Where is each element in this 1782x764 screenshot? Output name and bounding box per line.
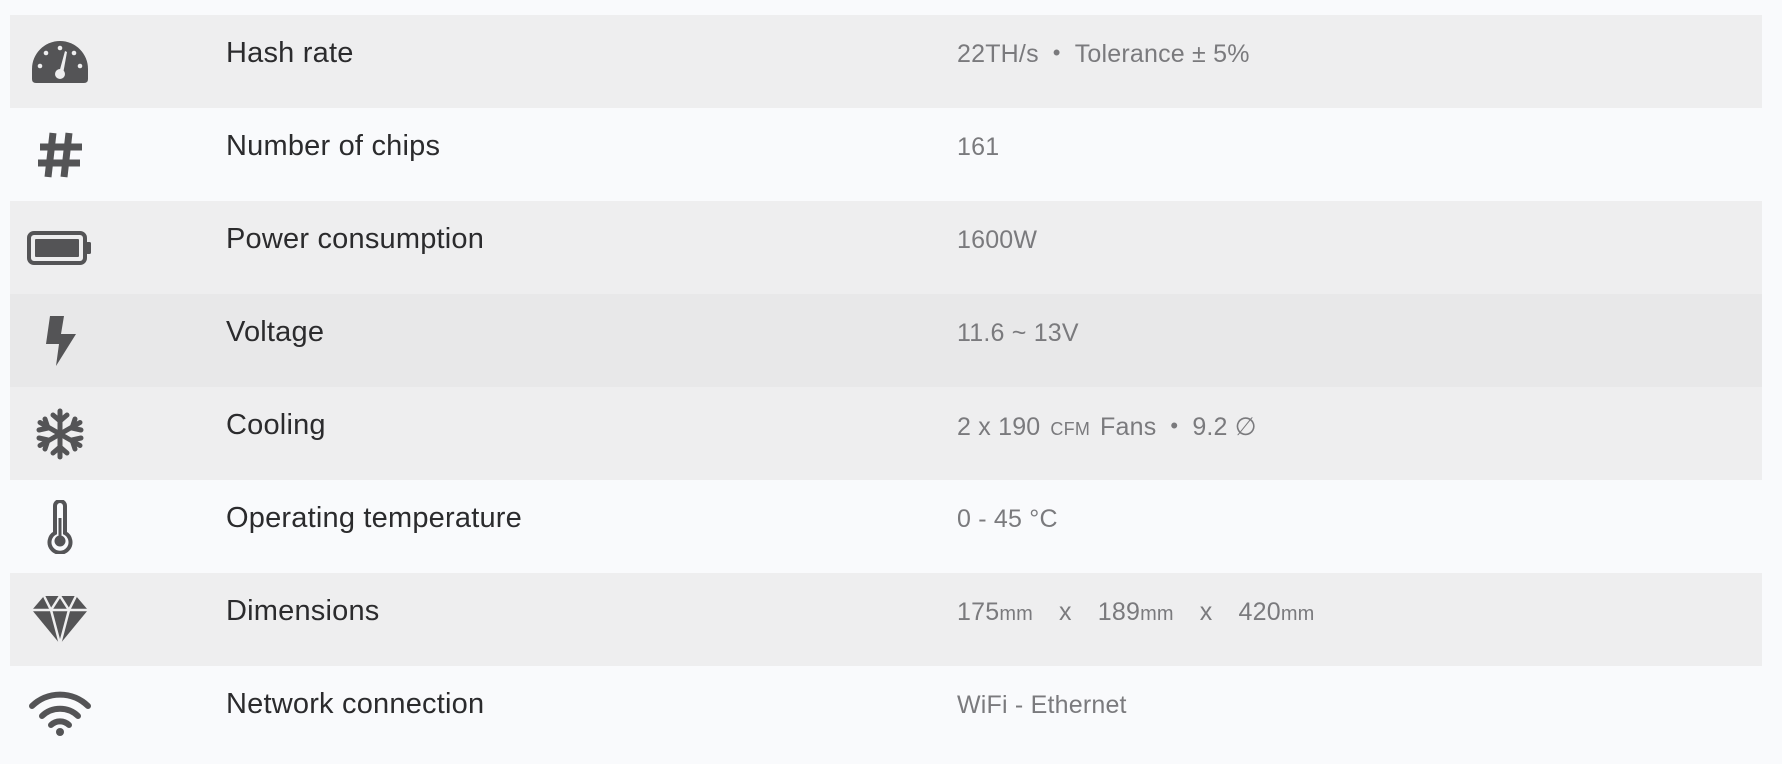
thermometer-icon	[24, 480, 96, 573]
fan-count-value: 2 x 190	[957, 413, 1041, 441]
dimension-unit: mm	[1280, 603, 1315, 625]
speedometer-icon	[24, 15, 96, 108]
spec-label: Voltage	[226, 316, 325, 348]
spec-label: Network connection	[226, 688, 485, 720]
spec-row-cooling: Cooling 2 x 190 CFM Fans • 9.2 ∅	[10, 387, 1762, 480]
dimension-unit: mm	[999, 603, 1034, 625]
spec-row-number-of-chips: Number of chips 161	[10, 108, 1762, 201]
spec-value: 2 x 190 CFM Fans • 9.2 ∅	[957, 412, 1257, 442]
diamond-icon	[24, 573, 96, 666]
spec-value: 161	[957, 133, 1000, 161]
cfm-unit: CFM	[1050, 419, 1091, 439]
hashtag-icon	[24, 108, 96, 201]
dimension-width: 175	[957, 598, 1000, 626]
separator-dot: •	[1052, 40, 1061, 65]
battery-icon	[24, 201, 96, 294]
dimension-times: x	[1059, 598, 1072, 626]
spec-value: 11.6 ~ 13V	[957, 319, 1079, 347]
spec-row-dimensions: Dimensions 175mm x 189mm x 420mm	[10, 573, 1762, 666]
tolerance-value: Tolerance ± 5%	[1074, 40, 1250, 68]
separator-dot: •	[1170, 413, 1179, 438]
dimension-height: 420	[1238, 598, 1281, 626]
spec-row-voltage: Voltage 11.6 ~ 13V	[10, 294, 1762, 387]
spec-label: Hash rate	[226, 37, 354, 69]
spec-table: Hash rate 22TH/s • Tolerance ± 5% Number o…	[10, 15, 1762, 759]
spec-label: Operating temperature	[226, 502, 522, 534]
spec-row-network-connection: Network connection WiFi - Ethernet	[10, 666, 1762, 759]
spec-label: Cooling	[226, 409, 326, 441]
spec-row-operating-temperature: Operating temperature 0 - 45 °C	[10, 480, 1762, 573]
fans-label: Fans	[1100, 413, 1157, 441]
snowflake-icon	[24, 387, 96, 480]
hash-rate-value: 22TH/s	[957, 40, 1039, 68]
spec-value: WiFi - Ethernet	[957, 691, 1127, 719]
spec-label: Power consumption	[226, 223, 485, 255]
dimension-times: x	[1199, 598, 1213, 626]
wifi-icon	[24, 666, 96, 759]
spec-row-power-consumption: Power consumption 1600W	[10, 201, 1762, 294]
fan-size-value: 9.2 ∅	[1192, 413, 1257, 441]
spec-value: 1600W	[957, 226, 1038, 254]
spec-label: Number of chips	[226, 130, 441, 162]
spec-value: 175mm x 189mm x 420mm	[957, 598, 1315, 627]
spec-value: 0 - 45 °C	[957, 505, 1058, 533]
lightning-bolt-icon	[24, 294, 96, 387]
spec-value: 22TH/s • Tolerance ± 5%	[957, 40, 1250, 69]
dimension-depth: 189	[1097, 598, 1141, 626]
spec-row-hash-rate: Hash rate 22TH/s • Tolerance ± 5%	[10, 15, 1762, 108]
spec-label: Dimensions	[226, 595, 380, 627]
dimension-unit: mm	[1140, 603, 1174, 625]
